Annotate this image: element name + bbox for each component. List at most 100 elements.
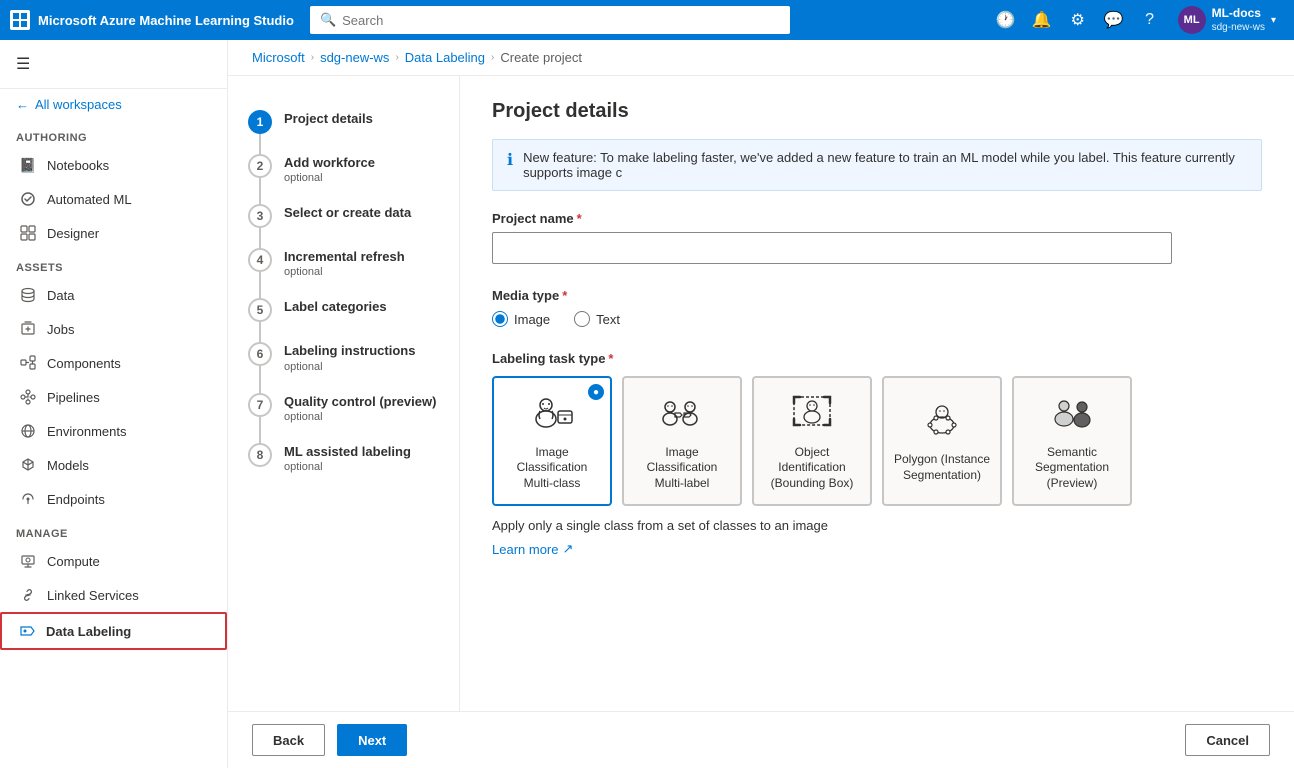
footer-bar: Back Next Cancel [228,711,1294,768]
sidebar-item-automated-ml[interactable]: Automated ML [0,182,227,216]
linked-services-icon [19,586,37,604]
sidebar-item-pipelines[interactable]: Pipelines [0,380,227,414]
wizard-step-5[interactable]: 5 Label categories [228,288,459,332]
breadcrumb-microsoft[interactable]: Microsoft [252,50,305,65]
hamburger-icon[interactable]: ☰ [12,50,34,78]
section-manage-label: Manage [0,516,227,544]
sidebar-back-label: All workspaces [35,97,122,112]
task-icon-4 [916,398,968,444]
search-icon: 🔍 [320,12,336,28]
next-button[interactable]: Next [337,724,407,756]
sidebar-item-notebooks[interactable]: 📓 Notebooks [0,148,227,182]
task-card-polygon-instance-segmentation[interactable]: Polygon (Instance Segmentation) [882,376,1002,506]
info-banner: ℹ New feature: To make labeling faster, … [492,139,1262,191]
section-assets-label: Assets [0,250,227,278]
feedback-icon[interactable]: 💬 [1098,4,1130,36]
environments-icon [19,422,37,440]
step-subtitle-8: optional [284,461,439,473]
avatar: ML [1178,6,1206,34]
sidebar-item-data[interactable]: Data [0,278,227,312]
project-name-input[interactable] [492,232,1172,264]
media-type-radio-group: Image Text [492,311,1262,327]
section-authoring-label: Authoring [0,120,227,148]
pipelines-icon [19,388,37,406]
media-image-radio[interactable] [492,311,508,327]
chevron-down-icon: ▾ [762,13,768,27]
wizard-step-8[interactable]: 8 ML assisted labeling optional [228,433,459,483]
step-info-8: ML assisted labeling optional [284,443,439,473]
project-name-label: Project name * [492,211,1262,226]
data-labeling-icon [18,622,36,640]
back-button[interactable]: Back [252,724,325,756]
wizard-step-6[interactable]: 6 Labeling instructions optional [228,332,459,382]
step-subtitle-2: optional [284,172,439,184]
wizard-step-2[interactable]: 2 Add workforce optional [228,144,459,194]
notifications-icon[interactable]: 🔔 [1026,4,1058,36]
breadcrumb-sep-3: › [491,52,494,63]
task-icon-1 [526,391,578,437]
sidebar-item-designer[interactable]: Designer [0,216,227,250]
sidebar-item-jobs[interactable]: Jobs [0,312,227,346]
cancel-button[interactable]: Cancel [1185,724,1270,756]
jobs-icon [19,320,37,338]
automated-ml-icon [19,190,37,208]
step-info-7: Quality control (preview) optional [284,393,439,423]
top-nav: Microsoft Azure Machine Learning Studio … [0,0,1294,40]
back-arrow-icon: ← [16,97,29,112]
breadcrumb-sdg[interactable]: sdg-new-ws [320,50,389,65]
step-circle-2: 2 [248,154,272,178]
breadcrumb-sep-2: › [395,52,398,63]
media-type-text[interactable]: Text [574,311,620,327]
workspace-label: This workspace [675,13,758,27]
history-icon[interactable]: 🕐 [990,4,1022,36]
settings-icon[interactable]: ⚙ [1062,4,1094,36]
sidebar-item-environments[interactable]: Environments [0,414,227,448]
step-info-1: Project details [284,110,439,128]
search-input[interactable] [342,13,648,28]
sidebar-item-pipelines-label: Pipelines [47,390,100,405]
step-subtitle-4: optional [284,266,439,278]
wizard-step-1[interactable]: 1 Project details [228,100,459,144]
search-bar[interactable]: 🔍 This workspace ▾ [310,6,790,34]
wizard-step-3[interactable]: 3 Select or create data [228,194,459,238]
sidebar-item-models[interactable]: Models [0,448,227,482]
user-name: ML-docs [1212,6,1265,22]
user-chevron-icon: ▾ [1271,15,1276,26]
task-card-image-classification-multi-class[interactable]: ● [492,376,612,506]
task-cards: ● [492,376,1262,506]
task-label-4: Polygon (Instance Segmentation) [892,452,992,483]
help-icon[interactable]: ? [1134,4,1166,36]
task-card-semantic-segmentation[interactable]: Semantic Segmentation (Preview) [1012,376,1132,506]
step-title-8: ML assisted labeling [284,443,439,461]
task-card-image-classification-multi-label[interactable]: Image Classification Multi-label [622,376,742,506]
sidebar-item-compute[interactable]: Compute [0,544,227,578]
task-type-label: Labeling task type * [492,351,1262,366]
data-icon [19,286,37,304]
sidebar-item-components[interactable]: Components [0,346,227,380]
wizard-step-7[interactable]: 7 Quality control (preview) optional [228,383,459,433]
step-title-1: Project details [284,110,439,128]
media-text-radio[interactable] [574,311,590,327]
breadcrumb: Microsoft › sdg-new-ws › Data Labeling ›… [228,40,1294,76]
wizard-step-4[interactable]: 4 Incremental refresh optional [228,238,459,288]
breadcrumb-data-labeling[interactable]: Data Labeling [405,50,485,65]
step-circle-7: 7 [248,393,272,417]
workspace-pill[interactable]: This workspace ▾ [663,10,780,30]
media-type-image[interactable]: Image [492,311,550,327]
form-title: Project details [492,100,1262,123]
learn-more-link[interactable]: Learn more ↗ [492,541,1262,557]
media-image-label: Image [514,312,550,327]
task-card-object-identification[interactable]: Object Identification (Bounding Box) [752,376,872,506]
sidebar-item-data-labeling[interactable]: Data Labeling [0,612,227,650]
user-profile[interactable]: ML ML-docs sdg-new-ws ▾ [1170,0,1284,40]
sidebar-item-components-label: Components [47,356,121,371]
media-type-section: Media type * Image Text [492,288,1262,327]
sidebar-item-linked-services[interactable]: Linked Services [0,578,227,612]
sidebar-item-endpoints[interactable]: Endpoints [0,482,227,516]
sidebar-back-button[interactable]: ← All workspaces [0,89,227,120]
form-panel: Project details ℹ New feature: To make l… [460,76,1294,711]
task-description: Apply only a single class from a set of … [492,518,1262,533]
step-info-4: Incremental refresh optional [284,248,439,278]
notebooks-icon: 📓 [19,156,37,174]
task-label-2: Image Classification Multi-label [632,445,732,492]
